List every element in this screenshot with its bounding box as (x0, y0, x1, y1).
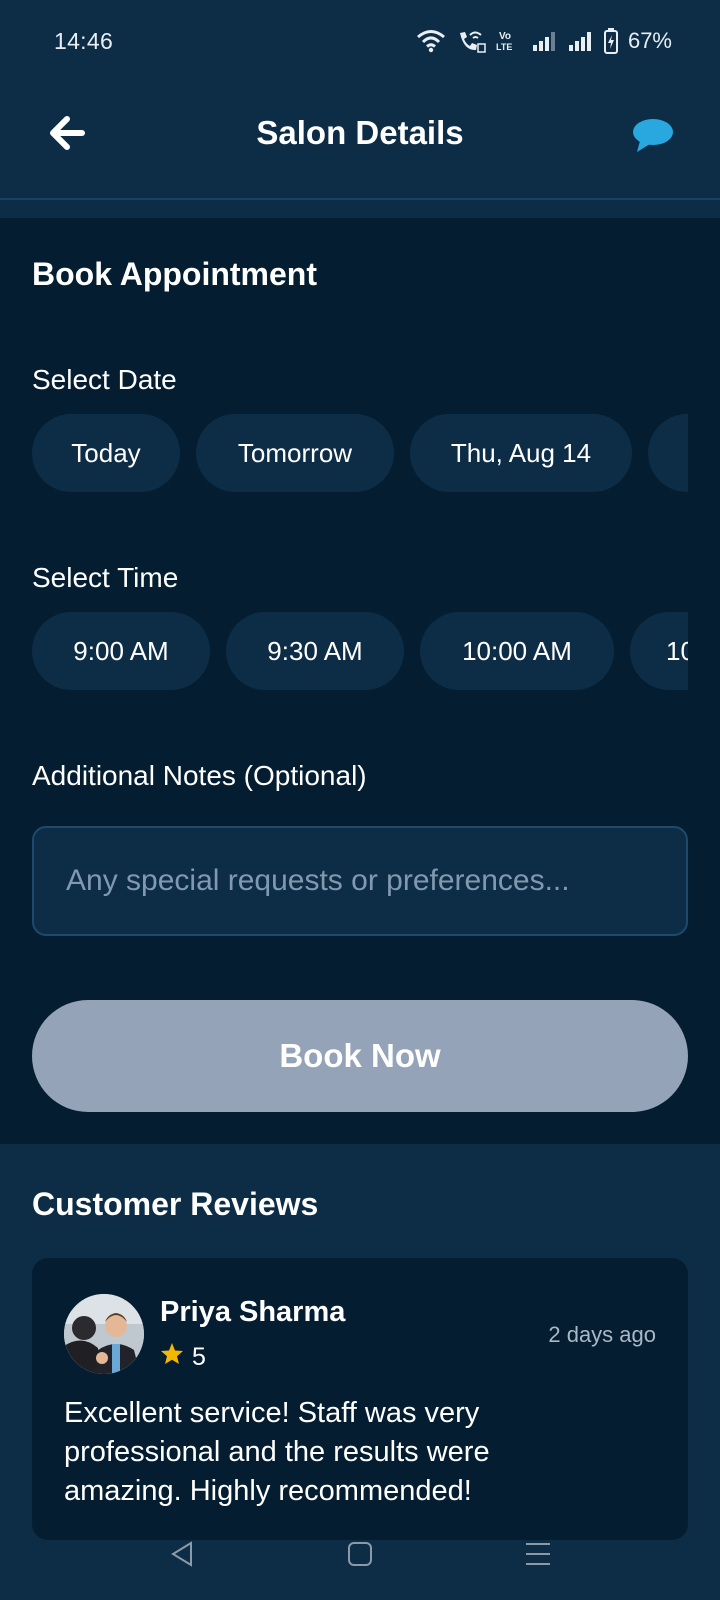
time-chip-row[interactable]: 9:00 AM 9:30 AM 10:00 AM 10 (32, 612, 688, 690)
status-icons: Vo LTE 67% (416, 24, 672, 58)
star-icon (160, 1342, 184, 1372)
signal-icon-sim1 (532, 29, 558, 53)
chat-button[interactable] (628, 112, 678, 162)
square-home-icon (347, 1541, 373, 1572)
volte-icon: Vo LTE (496, 29, 522, 53)
status-time: 14:46 (54, 28, 114, 54)
time-chip-9-30[interactable]: 9:30 AM (226, 612, 404, 690)
svg-text:LTE: LTE (496, 42, 512, 52)
status-bar: 14:46 Vo LTE 67% (0, 0, 720, 84)
wifi-icon (416, 29, 446, 53)
reviews-section: Customer Reviews Priya Sharma 5 2 days a… (0, 1144, 720, 1600)
notes-label: Additional Notes (Optional) (32, 760, 367, 791)
battery-icon (603, 28, 618, 54)
chat-bubble-icon (632, 117, 674, 158)
time-chip-10-30[interactable]: 10 (630, 612, 688, 690)
header-divider (0, 200, 720, 218)
rating-value: 5 (192, 1342, 206, 1371)
date-chip-row[interactable]: Today Tomorrow Thu, Aug 14 (32, 414, 688, 492)
wifi-call-icon (456, 29, 486, 53)
select-date-label: Select Date (32, 364, 177, 395)
review-timestamp: 2 days ago (548, 1322, 656, 1347)
nav-home-button[interactable] (338, 1534, 382, 1578)
avatar (64, 1294, 144, 1374)
date-chip-tomorrow[interactable]: Tomorrow (196, 414, 394, 492)
signal-icon-sim2 (568, 29, 594, 53)
reviewer-name: Priya Sharma (160, 1296, 346, 1328)
review-text: Excellent service! Staff was very profes… (64, 1397, 490, 1507)
booking-section: Book Appointment Select Date Today Tomor… (0, 218, 720, 1144)
date-chip-thu-aug-14[interactable]: Thu, Aug 14 (410, 414, 632, 492)
book-now-button[interactable]: Book Now (32, 1000, 688, 1112)
review-rating: 5 (160, 1342, 206, 1372)
menu-lines-icon (524, 1541, 552, 1572)
select-time-label: Select Time (32, 562, 179, 593)
triangle-back-icon (170, 1540, 194, 1572)
notes-field[interactable] (32, 826, 688, 936)
page-title: Salon Details (256, 114, 464, 151)
time-chip-10-00[interactable]: 10:00 AM (420, 612, 614, 690)
date-chip-today[interactable]: Today (32, 414, 180, 492)
battery-percent: 67% (627, 28, 672, 53)
notes-input[interactable] (34, 828, 686, 934)
review-card: Priya Sharma 5 2 days ago Excellent serv… (32, 1258, 688, 1540)
app-bar: Salon Details (0, 84, 720, 200)
section-title-booking: Book Appointment (32, 256, 317, 292)
section-title-reviews: Customer Reviews (32, 1186, 319, 1222)
nav-back-button[interactable] (160, 1534, 204, 1578)
time-chip-9-00[interactable]: 9:00 AM (32, 612, 210, 690)
nav-menu-button[interactable] (516, 1534, 560, 1578)
date-chip-next[interactable] (648, 414, 688, 492)
svg-text:Vo: Vo (499, 31, 511, 42)
